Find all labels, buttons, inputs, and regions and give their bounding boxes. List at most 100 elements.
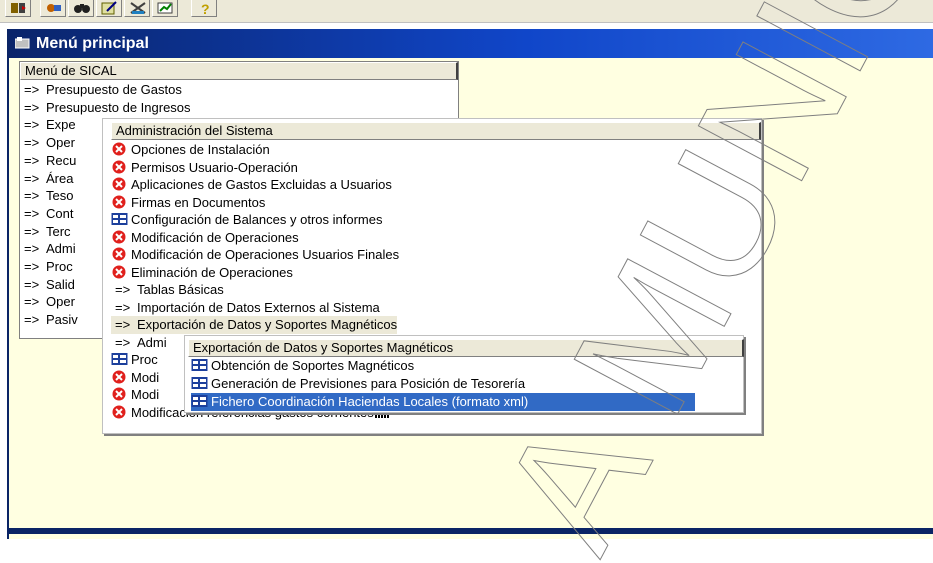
red-x-icon: [112, 247, 126, 261]
red-x-icon: [112, 265, 126, 278]
menu-item-label: Área: [46, 170, 74, 186]
arrow-prefix: =>: [115, 282, 131, 297]
menu-item-label: Salid: [46, 276, 75, 292]
menu-item[interactable]: Configuración de Balances y otros inform…: [111, 211, 382, 229]
form-icon: [191, 359, 208, 371]
toolbar-chart-button[interactable]: [152, 0, 178, 17]
menu-item-label: Opciones de Instalación: [131, 142, 270, 157]
window-menu-icon: [15, 37, 30, 49]
menu-item[interactable]: => Exportación de Datos y Soportes Magnét…: [111, 316, 398, 334]
menu-item[interactable]: => Oper: [20, 293, 75, 311]
form-icon: [191, 377, 208, 389]
red-x-icon: [112, 195, 126, 208]
menu-item-label: Modi: [131, 387, 160, 402]
arrow-prefix: =>: [24, 276, 40, 292]
chart-icon: [157, 2, 173, 14]
export-submenu: Exportación de Datos y Soportes Magnétic…: [184, 335, 744, 413]
cross-tools-icon: [130, 2, 146, 14]
menu-item[interactable]: Firmas en Documentos: [111, 194, 265, 212]
toolbar-cross-button[interactable]: [124, 0, 150, 17]
menu-item[interactable]: Modi: [111, 369, 159, 387]
arrow-prefix: =>: [115, 334, 131, 350]
menu-item[interactable]: => Importación de Datos Externos al Siste…: [111, 299, 380, 317]
export-submenu-header: Exportación de Datos y Soportes Magnétic…: [188, 339, 744, 357]
menu-item-label: Presupuesto de Ingresos: [46, 99, 191, 115]
form-icon: [111, 213, 128, 225]
menu-item[interactable]: => Recu: [20, 152, 76, 170]
arrow-prefix: =>: [115, 299, 131, 315]
menu-item-label: Proc: [131, 352, 158, 367]
toolbar-edit-button[interactable]: [96, 0, 122, 17]
red-x-icon: [112, 405, 126, 418]
red-x-icon: [112, 177, 126, 191]
menu-item-label: Importación de Datos Externos al Sistema: [137, 299, 380, 315]
menu-item[interactable]: => Proc: [20, 258, 73, 276]
form-icon: [111, 353, 128, 365]
menu-item-label: Admi: [46, 241, 76, 257]
menu-item[interactable]: => Admi: [20, 240, 76, 258]
menu-item-label: Teso: [46, 188, 74, 204]
menu-item[interactable]: => Área: [20, 170, 73, 188]
menu-item[interactable]: Modi: [111, 386, 159, 404]
menu-item-label: Modificación de Operaciones Usuarios Fin…: [131, 247, 400, 262]
menu-item[interactable]: Obtención de Soportes Magnéticos: [191, 357, 695, 375]
menu-item[interactable]: => Admi: [111, 334, 167, 352]
menu-item-label: Firmas en Documentos: [131, 194, 266, 210]
menu-item[interactable]: => Pasiv: [20, 311, 78, 329]
menu-item-label: Modificación de Operaciones: [131, 229, 299, 245]
arrow-prefix: =>: [24, 135, 40, 151]
menu-item[interactable]: => Presupuesto de Ingresos: [20, 99, 191, 117]
menu-item-label: Proc: [46, 259, 73, 274]
menu-item[interactable]: Modificación de Operaciones: [111, 229, 299, 247]
menu-item[interactable]: => Cont: [20, 205, 73, 223]
menu-item-label: Terc: [46, 223, 71, 239]
menu-item[interactable]: => Teso: [20, 187, 73, 205]
arrow-prefix: =>: [24, 223, 40, 239]
toolbar-exit-button[interactable]: [5, 0, 31, 17]
arrow-prefix: =>: [24, 152, 40, 168]
menu-item[interactable]: => Salid: [20, 276, 75, 294]
menu-item-label: Pasiv: [46, 312, 78, 328]
menu-item[interactable]: Generación de Previsiones para Posición …: [191, 375, 695, 393]
menu-item[interactable]: Opciones de Instalación: [111, 141, 270, 159]
menu-item[interactable]: => Expe: [20, 116, 76, 134]
menu-item-label: Expe: [46, 117, 76, 133]
menu-item[interactable]: => Presupuesto de Gastos: [20, 81, 182, 99]
menu-item-label: Admi: [137, 334, 167, 350]
menu-item[interactable]: Aplicaciones de Gastos Excluidas a Usuar…: [111, 176, 392, 194]
menu-item[interactable]: Permisos Usuario-Operación: [111, 159, 298, 177]
menu-item[interactable]: Fichero Coordinación Haciendas Locales (…: [191, 393, 695, 411]
menu-item[interactable]: Modificación de Operaciones Usuarios Fin…: [111, 246, 399, 264]
svg-text:?: ?: [201, 1, 210, 15]
menu-item[interactable]: => Terc: [20, 223, 71, 241]
menu-item[interactable]: => Oper: [20, 134, 75, 152]
edit-pen-icon: [101, 1, 117, 15]
menu-item-label: Permisos Usuario-Operación: [131, 159, 298, 175]
red-x-icon: [112, 160, 126, 173]
sical-menu-header: Menú de SICAL: [20, 62, 458, 80]
menu-item-label: Configuración de Balances y otros inform…: [131, 212, 383, 227]
arrow-prefix: =>: [24, 117, 40, 133]
arrow-prefix: =>: [24, 188, 40, 204]
menu-item-label: Fichero Coordinación Haciendas Locales (…: [211, 394, 529, 409]
arrow-prefix: =>: [115, 317, 131, 332]
arrow-prefix: =>: [24, 259, 40, 274]
toolbar-search-button[interactable]: [68, 0, 94, 17]
menu-item-label: Cont: [46, 205, 74, 221]
window-title: Menú principal: [36, 35, 149, 52]
menu-item-label: Presupuesto de Gastos: [46, 82, 182, 97]
arrow-prefix: =>: [24, 82, 40, 97]
menu-item-label: Generación de Previsiones para Posición …: [211, 376, 526, 391]
exit-door-icon: [11, 3, 26, 13]
arrow-prefix: =>: [24, 205, 40, 221]
toolbar-help-button[interactable]: ?: [191, 0, 217, 17]
red-x-icon: [112, 230, 126, 243]
red-x-icon: [112, 370, 126, 383]
window-title-bar[interactable]: Menú principal: [9, 29, 933, 58]
toolbar-tools-button[interactable]: [40, 0, 66, 17]
menu-item[interactable]: Proc: [111, 351, 158, 369]
menu-item-label: Tablas Básicas: [137, 282, 224, 297]
arrow-prefix: =>: [24, 294, 40, 310]
menu-item[interactable]: => Tablas Básicas: [111, 281, 224, 299]
menu-item[interactable]: Eliminación de Operaciones: [111, 264, 293, 282]
